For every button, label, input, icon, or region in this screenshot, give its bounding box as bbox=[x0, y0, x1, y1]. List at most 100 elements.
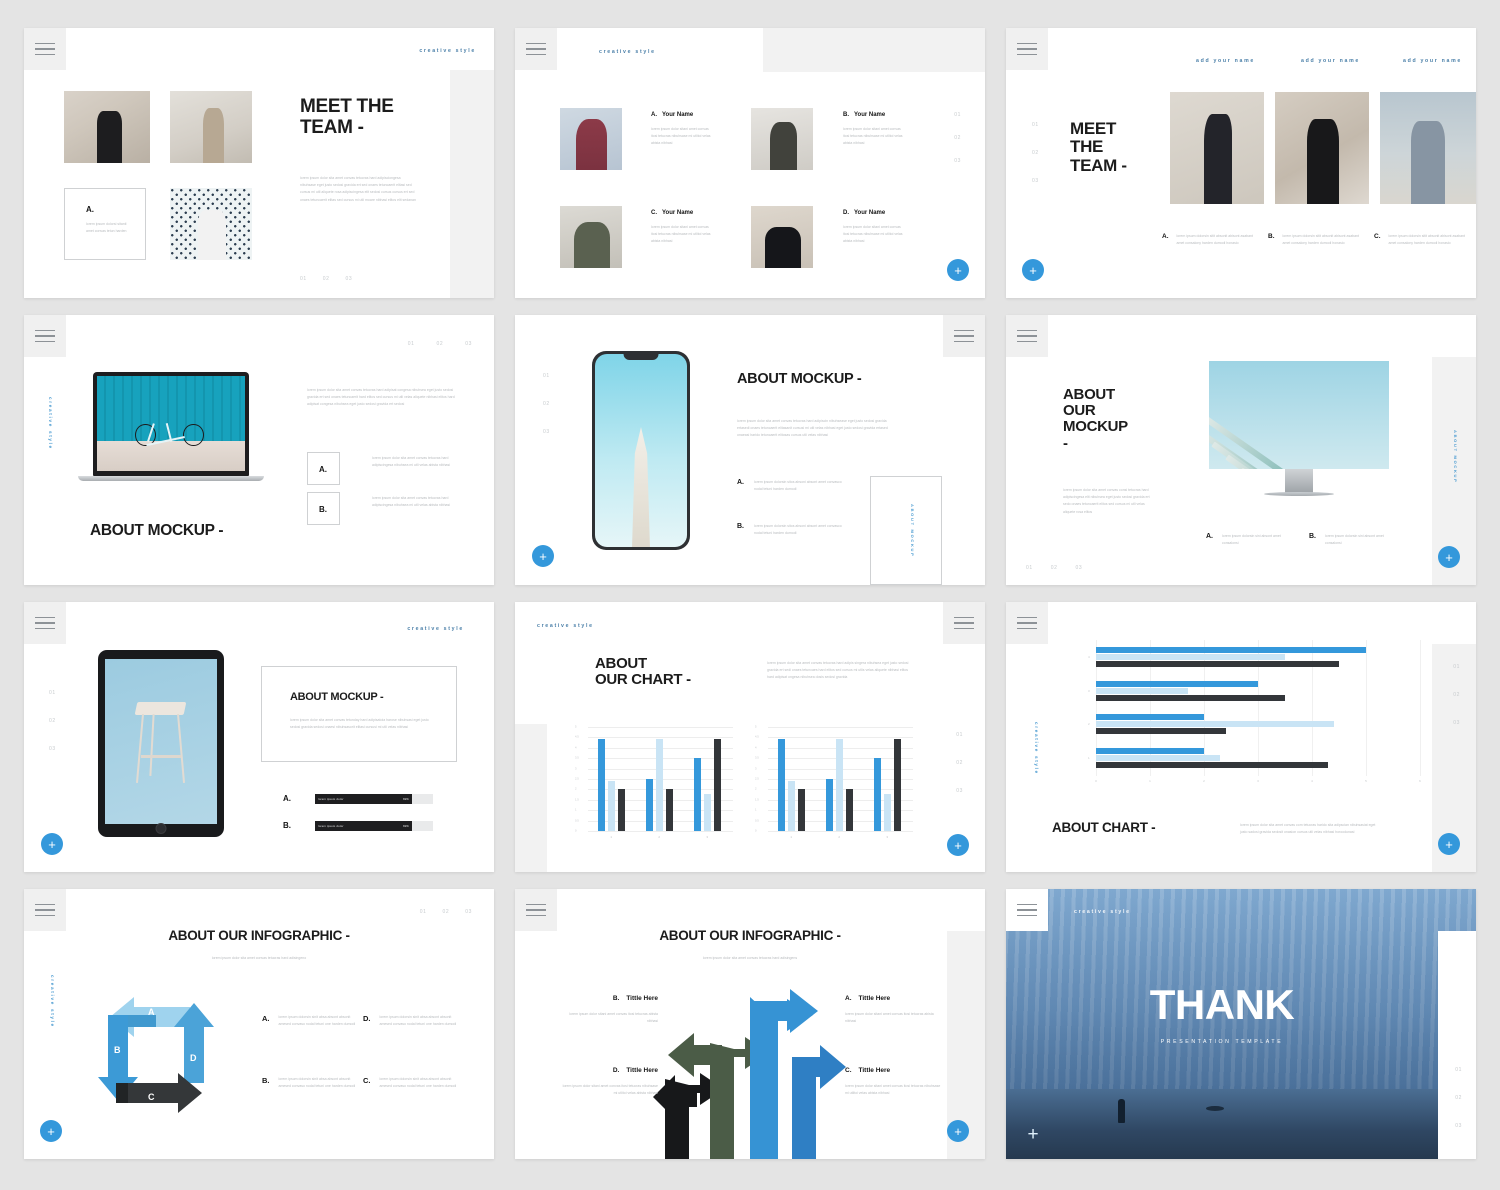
team-photo-1 bbox=[64, 91, 150, 163]
slide-meet-the-team-2[interactable]: creative style A. Your Name lorem ipsum … bbox=[515, 28, 985, 298]
slide-numbers[interactable]: 01 02 03 bbox=[420, 909, 472, 915]
menu-icon[interactable] bbox=[24, 602, 66, 644]
slide-numbers[interactable]: 01 02 03 bbox=[543, 373, 550, 435]
body-text: lorem ipsum dolor sita amet convas tetun… bbox=[290, 718, 429, 730]
member-photo-b bbox=[751, 108, 813, 170]
cycle-label-a: A bbox=[148, 1007, 155, 1017]
menu-icon[interactable] bbox=[24, 889, 66, 931]
item-body: lorem ipsum dolor sitani amet convas ito… bbox=[562, 1084, 658, 1096]
slide-thank-you[interactable]: creative style THANK PRESENTATION TEMPLA… bbox=[1006, 889, 1476, 1159]
imac-mockup bbox=[1209, 361, 1389, 469]
person-silhouette bbox=[1118, 1099, 1125, 1123]
slide-numbers[interactable]: 01 02 03 bbox=[954, 112, 961, 164]
cycle-label-b: B bbox=[114, 1045, 121, 1055]
slide-numbers[interactable]: 01 02 03 bbox=[1453, 664, 1460, 726]
brand-label: creative style bbox=[1074, 909, 1131, 915]
add-button[interactable]: + bbox=[1438, 833, 1460, 855]
item-b-body: lorem ipsum dolor sita amet convas tetuc… bbox=[372, 496, 451, 508]
tablet-screen bbox=[105, 659, 217, 824]
bar bbox=[1096, 694, 1285, 701]
info-card: A. lorem ipsum dolorsi sitanti amet conv… bbox=[64, 188, 146, 260]
x-axis-tick: 2 bbox=[838, 835, 840, 839]
slide-numbers[interactable]: 01 02 03 bbox=[49, 690, 56, 752]
number-02: 02 bbox=[1453, 692, 1460, 698]
member-letter: A. bbox=[651, 112, 657, 118]
add-button[interactable]: + bbox=[532, 545, 554, 567]
member-name: Your Name bbox=[662, 210, 694, 216]
slide-about-our-mockup-imac[interactable]: ABOUT OUR MOCKUP - lorem ipsum dolor sit… bbox=[1006, 315, 1476, 585]
member-d: D. Your Name lorem ipsum dolor sitani am… bbox=[843, 210, 907, 246]
bar-chart-2: 0 0.5 1 1.5 2 2.5 3 3.5 4 4.5 5 1 2 3 bbox=[755, 724, 913, 842]
cycle-label-c: C bbox=[148, 1092, 155, 1102]
slide-about-chart-horizontal[interactable]: creative style 01234561234 ABOUT CHART -… bbox=[1006, 602, 1476, 872]
menu-icon[interactable] bbox=[24, 28, 66, 70]
slide-about-our-infographic-arrows[interactable]: ABOUT OUR INFOGRAPHIC - lorem ipsum dolo… bbox=[515, 889, 985, 1159]
slide-about-mockup-tablet[interactable]: creative style 01 02 03 ABOUT MOCKUP - l… bbox=[24, 602, 494, 872]
slide-about-mockup-laptop[interactable]: 01 02 03 creative style lorem ipsum dolo… bbox=[24, 315, 494, 585]
item-body: lorem ipsum dolorsin sini absont amet co… bbox=[1325, 534, 1384, 546]
y-axis-tick: 3 bbox=[755, 767, 757, 771]
add-button[interactable]: + bbox=[1022, 259, 1044, 281]
slide-numbers[interactable]: 01 02 03 bbox=[408, 341, 472, 347]
menu-icon[interactable] bbox=[943, 602, 985, 644]
item-letter: B. bbox=[1309, 533, 1316, 540]
slide-meet-the-team-1[interactable]: creative style A. lorem ipsum dolorsi si… bbox=[24, 28, 494, 298]
member-body: lorem ipsum dolor sitani amet convas ito… bbox=[843, 225, 903, 244]
slide-meet-the-team-3[interactable]: add your name add your name add your nam… bbox=[1006, 28, 1476, 298]
slide-numbers[interactable]: 01 02 03 bbox=[1026, 565, 1082, 571]
item-letter: A. bbox=[319, 465, 327, 474]
item-letter: D. bbox=[612, 1067, 620, 1074]
menu-icon[interactable] bbox=[943, 315, 985, 357]
number-03: 03 bbox=[956, 788, 963, 794]
menu-icon[interactable] bbox=[1006, 315, 1048, 357]
add-button[interactable]: + bbox=[41, 833, 63, 855]
number-03: 03 bbox=[954, 158, 961, 164]
x-axis-tick: 0 bbox=[1095, 779, 1097, 783]
add-button[interactable]: + bbox=[1438, 546, 1460, 568]
menu-icon[interactable] bbox=[515, 28, 557, 70]
slide-about-mockup-phone[interactable]: 01 02 03 ABOUT MOCKUP - lorem ipsum dolo… bbox=[515, 315, 985, 585]
number-03: 03 bbox=[1032, 178, 1039, 184]
brand-label: creative style bbox=[599, 49, 656, 55]
bar bbox=[713, 739, 721, 831]
slide-numbers[interactable]: 01 02 03 bbox=[300, 276, 352, 282]
slide-about-our-chart[interactable]: creative style ABOUT OUR CHART - lorem i… bbox=[515, 602, 985, 872]
menu-icon[interactable] bbox=[515, 889, 557, 931]
bar bbox=[1096, 747, 1204, 754]
rock bbox=[1206, 1106, 1224, 1111]
menu-icon[interactable] bbox=[1006, 889, 1048, 931]
page-title: MEET THE TEAM - bbox=[300, 96, 394, 138]
item-title: Tittle Here bbox=[858, 995, 891, 1002]
bar bbox=[893, 739, 901, 831]
body-text: lorem ipsum dolor sita amet convas consi… bbox=[1063, 488, 1150, 514]
item-letter: B. bbox=[1268, 233, 1275, 240]
slide-numbers[interactable]: 01 02 03 bbox=[1032, 122, 1039, 184]
add-button[interactable]: + bbox=[947, 259, 969, 281]
add-button[interactable]: + bbox=[1022, 1123, 1044, 1145]
number-01: 01 bbox=[954, 112, 961, 118]
member-c: C. Your Name lorem ipsum dolor sitani am… bbox=[651, 210, 715, 246]
slide-numbers[interactable]: 01 02 03 bbox=[956, 732, 963, 794]
add-button[interactable]: + bbox=[947, 834, 969, 856]
bar bbox=[597, 739, 605, 831]
item-title: Tittle Here bbox=[858, 1067, 891, 1074]
bar bbox=[845, 789, 853, 831]
side-panel bbox=[515, 724, 547, 872]
item-body: lorem ipsum dolorsin sinit absa absont a… bbox=[278, 1077, 356, 1089]
bar bbox=[1096, 721, 1334, 728]
item-b: B. lorem ipsum dolorsin sitos absoni abs… bbox=[737, 523, 847, 537]
slide-about-our-infographic-cycle[interactable]: 01 02 03 ABOUT OUR INFOGRAPHIC - lorem i… bbox=[24, 889, 494, 1159]
y-axis-tick: 3 bbox=[575, 767, 577, 771]
add-button[interactable]: + bbox=[40, 1120, 62, 1142]
item-a: A. Tittle Here lorem ipsum dolor sitani … bbox=[845, 995, 943, 1025]
member-photo-c bbox=[560, 206, 622, 268]
slide-numbers[interactable]: 01 02 03 bbox=[1455, 1067, 1462, 1129]
number-02: 02 bbox=[442, 909, 450, 915]
y-axis-tick: 0 bbox=[755, 829, 757, 833]
member-b: B. Your Name lorem ipsum dolor sitani am… bbox=[843, 112, 907, 148]
menu-icon[interactable] bbox=[1006, 602, 1048, 644]
item-body: lorem ipsum dolorsin sinit absa absont a… bbox=[278, 1015, 356, 1027]
menu-icon[interactable] bbox=[24, 315, 66, 357]
menu-icon[interactable] bbox=[1006, 28, 1048, 70]
add-button[interactable]: + bbox=[947, 1120, 969, 1142]
